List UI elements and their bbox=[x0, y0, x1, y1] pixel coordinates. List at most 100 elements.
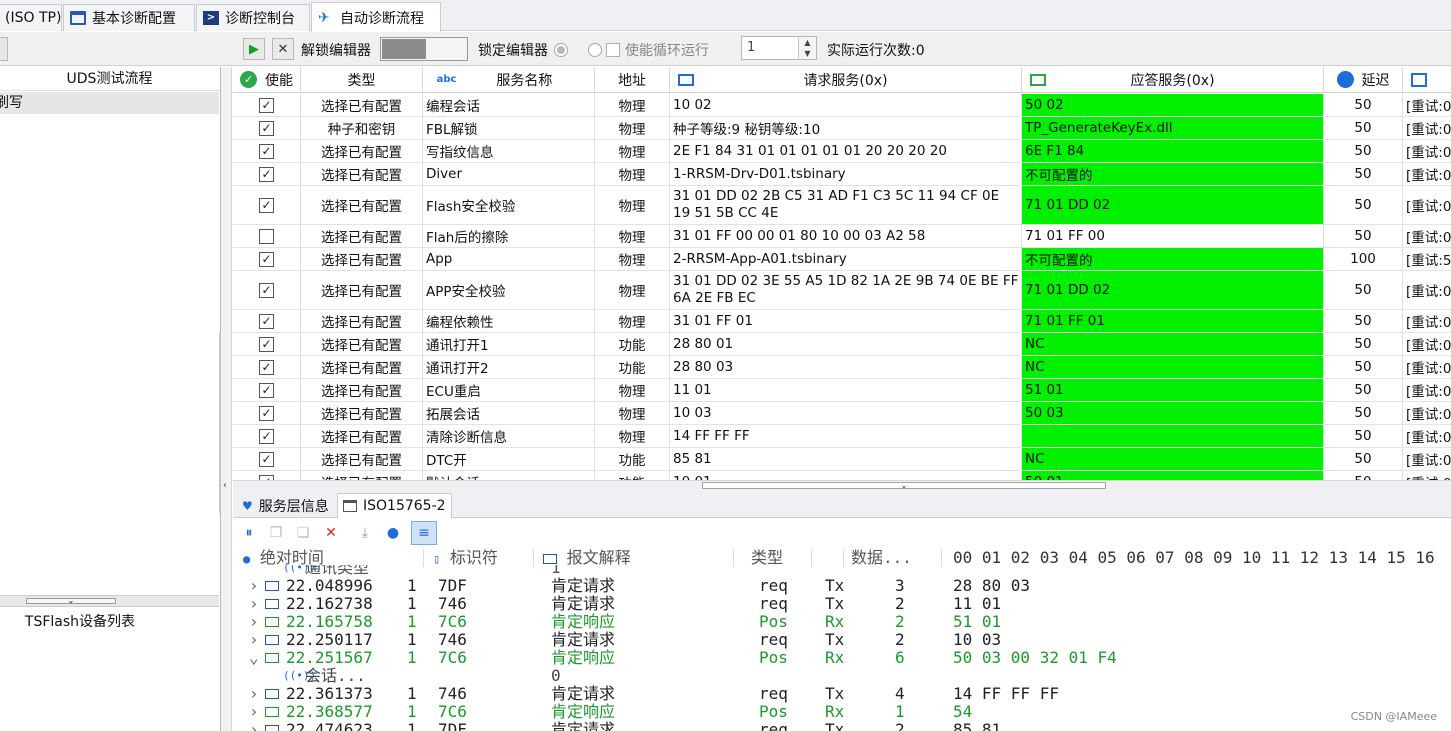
col-header-enable[interactable]: ✓ 使能 bbox=[233, 67, 301, 93]
cell-addr[interactable]: 功能 bbox=[595, 333, 670, 355]
cell-delay[interactable]: 100 bbox=[1324, 248, 1403, 270]
cell-delay[interactable]: 50 bbox=[1324, 402, 1403, 424]
cell-name[interactable]: ECU重启 bbox=[423, 379, 595, 401]
cell-resp[interactable]: 6E F1 84 bbox=[1022, 140, 1324, 162]
col-header-response[interactable]: 应答服务(0x) bbox=[1022, 67, 1324, 93]
cell-retry[interactable]: [重试:0 bbox=[1403, 471, 1451, 480]
col-header-type[interactable]: 类型 bbox=[301, 67, 423, 93]
enable-cell[interactable]: ✓ bbox=[233, 448, 301, 470]
tab-iso-tp[interactable]: (ISO TP) bbox=[0, 4, 62, 31]
cell-resp[interactable]: 不可配置的 bbox=[1022, 163, 1324, 185]
cell-resp[interactable]: 71 01 FF 01 bbox=[1022, 310, 1324, 332]
spinner-arrows[interactable]: ▲ ▼ bbox=[798, 37, 816, 59]
enable-checkbox[interactable]: ✓ bbox=[259, 166, 274, 182]
cell-type[interactable]: 选择已有配置 bbox=[301, 163, 423, 185]
cell-retry[interactable]: [重试:0 bbox=[1403, 225, 1451, 247]
enable-checkbox[interactable]: ✓ bbox=[259, 97, 274, 113]
cell-type[interactable]: 选择已有配置 bbox=[301, 310, 423, 332]
cell-delay[interactable]: 50 bbox=[1324, 163, 1403, 185]
col-header-retry[interactable] bbox=[1403, 67, 1451, 93]
toolbar-edge-button[interactable] bbox=[0, 37, 8, 61]
cell-addr[interactable]: 功能 bbox=[595, 471, 670, 480]
log-row[interactable]: › 22.250117 1 746 肯定请求 req Tx 2 10 03 bbox=[233, 631, 1451, 649]
grid-row[interactable]: ✓ 选择已有配置 拓展会话 物理 10 03 50 03 50 [重试:0 bbox=[233, 402, 1451, 425]
loop-run-checkbox-group[interactable]: 使能循环运行 bbox=[606, 40, 709, 60]
cell-retry[interactable]: [重试:0 bbox=[1403, 356, 1451, 378]
loop-run-checkbox[interactable] bbox=[606, 43, 620, 57]
enable-cell[interactable]: ✓ bbox=[233, 140, 301, 162]
cell-retry[interactable]: [重试:0 bbox=[1403, 117, 1451, 139]
cell-name[interactable]: Flah后的擦除 bbox=[423, 225, 595, 247]
enable-checkbox[interactable]: ✓ bbox=[259, 120, 274, 136]
cell-name[interactable]: FBL解锁 bbox=[423, 117, 595, 139]
paste-icon[interactable]: ❏ bbox=[293, 523, 313, 543]
enable-checkbox[interactable]: ✓ bbox=[259, 359, 274, 375]
cell-name[interactable]: App bbox=[423, 248, 595, 270]
expand-arrow-icon[interactable]: › bbox=[249, 595, 259, 613]
cell-addr[interactable]: 物理 bbox=[595, 117, 670, 139]
enable-checkbox[interactable]: ✓ bbox=[259, 382, 274, 398]
cell-req[interactable]: 2-RRSM-App-A01.tsbinary bbox=[670, 248, 1022, 270]
clear-icon[interactable]: ✕ bbox=[321, 523, 341, 543]
tab-basic-diag-config[interactable]: 基本诊断配置 bbox=[63, 4, 195, 31]
grid-row[interactable]: ✓ 选择已有配置 ECU重启 物理 11 01 51 01 50 [重试:0 bbox=[233, 379, 1451, 402]
col-header-request[interactable]: 请求服务(0x) bbox=[670, 67, 1022, 93]
cell-addr[interactable]: 物理 bbox=[595, 163, 670, 185]
cell-delay[interactable]: 50 bbox=[1324, 310, 1403, 332]
col-header-service-name[interactable]: abc 服务名称 bbox=[423, 67, 595, 93]
cell-resp[interactable]: 50 01 bbox=[1022, 471, 1324, 480]
cell-retry[interactable]: [重试:0 bbox=[1403, 425, 1451, 447]
cell-delay[interactable]: 50 bbox=[1324, 356, 1403, 378]
cell-name[interactable]: 通讯打开2 bbox=[423, 356, 595, 378]
run-button[interactable]: ▶ bbox=[243, 38, 265, 60]
cell-type[interactable]: 选择已有配置 bbox=[301, 225, 423, 247]
cell-req[interactable]: 85 81 bbox=[670, 448, 1022, 470]
cell-req[interactable]: 31 01 DD 02 2B C5 31 AD F1 C3 5C 11 94 C… bbox=[670, 186, 1022, 224]
tab-service-layer-info[interactable]: ♥ 服务层信息 bbox=[237, 493, 334, 518]
log-row[interactable]: › 22.474623 1 7DF 肯定请求 req Tx 2 85 81 bbox=[233, 721, 1451, 731]
enable-cell[interactable]: ✓ bbox=[233, 310, 301, 332]
list-view-icon[interactable]: ≡ bbox=[411, 521, 437, 545]
left-panel-splitter[interactable]: ⌄ bbox=[0, 595, 219, 607]
tab-iso15765-2[interactable]: ISO15765-2 bbox=[337, 493, 452, 518]
grid-row[interactable]: ✓ 选择已有配置 App 物理 2-RRSM-App-A01.tsbinary 不可配置的… bbox=[233, 248, 1451, 271]
pause-icon[interactable]: ⏸ bbox=[239, 523, 259, 543]
cell-addr[interactable]: 物理 bbox=[595, 94, 670, 116]
cell-req[interactable]: 10 03 bbox=[670, 402, 1022, 424]
col-header-delay[interactable]: 延迟 bbox=[1324, 67, 1403, 93]
expand-arrow-icon[interactable]: › bbox=[249, 685, 259, 703]
flow-item-flash[interactable]: 刷写 bbox=[0, 92, 219, 114]
grid-row[interactable]: ✓ 选择已有配置 Flash安全校验 物理 31 01 DD 02 2B C5 31 A… bbox=[233, 186, 1451, 225]
cell-addr[interactable]: 物理 bbox=[595, 248, 670, 270]
cell-retry[interactable]: [重试:0 bbox=[1403, 333, 1451, 355]
expand-arrow-icon[interactable]: › bbox=[249, 631, 259, 649]
cell-addr[interactable]: 功能 bbox=[595, 356, 670, 378]
enable-cell[interactable] bbox=[233, 225, 301, 247]
cell-req[interactable]: 11 01 bbox=[670, 379, 1022, 401]
log-row[interactable]: › 22.165758 1 7C6 肯定响应 Pos Rx 2 51 01 bbox=[233, 613, 1451, 631]
enable-checkbox[interactable]: ✓ bbox=[259, 313, 274, 329]
cell-delay[interactable]: 50 bbox=[1324, 471, 1403, 480]
cell-name[interactable]: 编程会话 bbox=[423, 94, 595, 116]
enable-checkbox[interactable] bbox=[259, 228, 274, 244]
cell-type[interactable]: 选择已有配置 bbox=[301, 140, 423, 162]
cell-resp[interactable]: NC bbox=[1022, 333, 1324, 355]
log-sub-row[interactable]: ((•)) 会话... 0 bbox=[233, 667, 1451, 685]
cell-req[interactable]: 28 80 01 bbox=[670, 333, 1022, 355]
grid-row[interactable]: ✓ 选择已有配置 通讯打开1 功能 28 80 01 NC 50 [重试:0 bbox=[233, 333, 1451, 356]
enable-cell[interactable]: ✓ bbox=[233, 356, 301, 378]
cell-resp[interactable]: NC bbox=[1022, 356, 1324, 378]
cell-delay[interactable]: 50 bbox=[1324, 225, 1403, 247]
cell-resp[interactable]: 50 03 bbox=[1022, 402, 1324, 424]
log-row[interactable]: › 22.368577 1 7C6 肯定响应 Pos Rx 1 54 bbox=[233, 703, 1451, 721]
log-row[interactable]: ⌄ 22.251567 1 7C6 肯定响应 Pos Rx 6 50 03 00 32 01 F… bbox=[233, 649, 1451, 667]
cell-name[interactable]: DTC开 bbox=[423, 448, 595, 470]
cell-name[interactable]: 清除诊断信息 bbox=[423, 425, 595, 447]
cell-resp[interactable]: 71 01 FF 00 bbox=[1022, 225, 1324, 247]
enable-checkbox[interactable]: ✓ bbox=[259, 428, 274, 444]
cell-name[interactable]: Flash安全校验 bbox=[423, 186, 595, 224]
cell-req[interactable]: 10 02 bbox=[670, 94, 1022, 116]
log-row[interactable]: › 22.361373 1 746 肯定请求 req Tx 4 14 FF FF FF bbox=[233, 685, 1451, 703]
cell-addr[interactable]: 物理 bbox=[595, 379, 670, 401]
cell-resp[interactable]: 71 01 DD 02 bbox=[1022, 186, 1324, 224]
